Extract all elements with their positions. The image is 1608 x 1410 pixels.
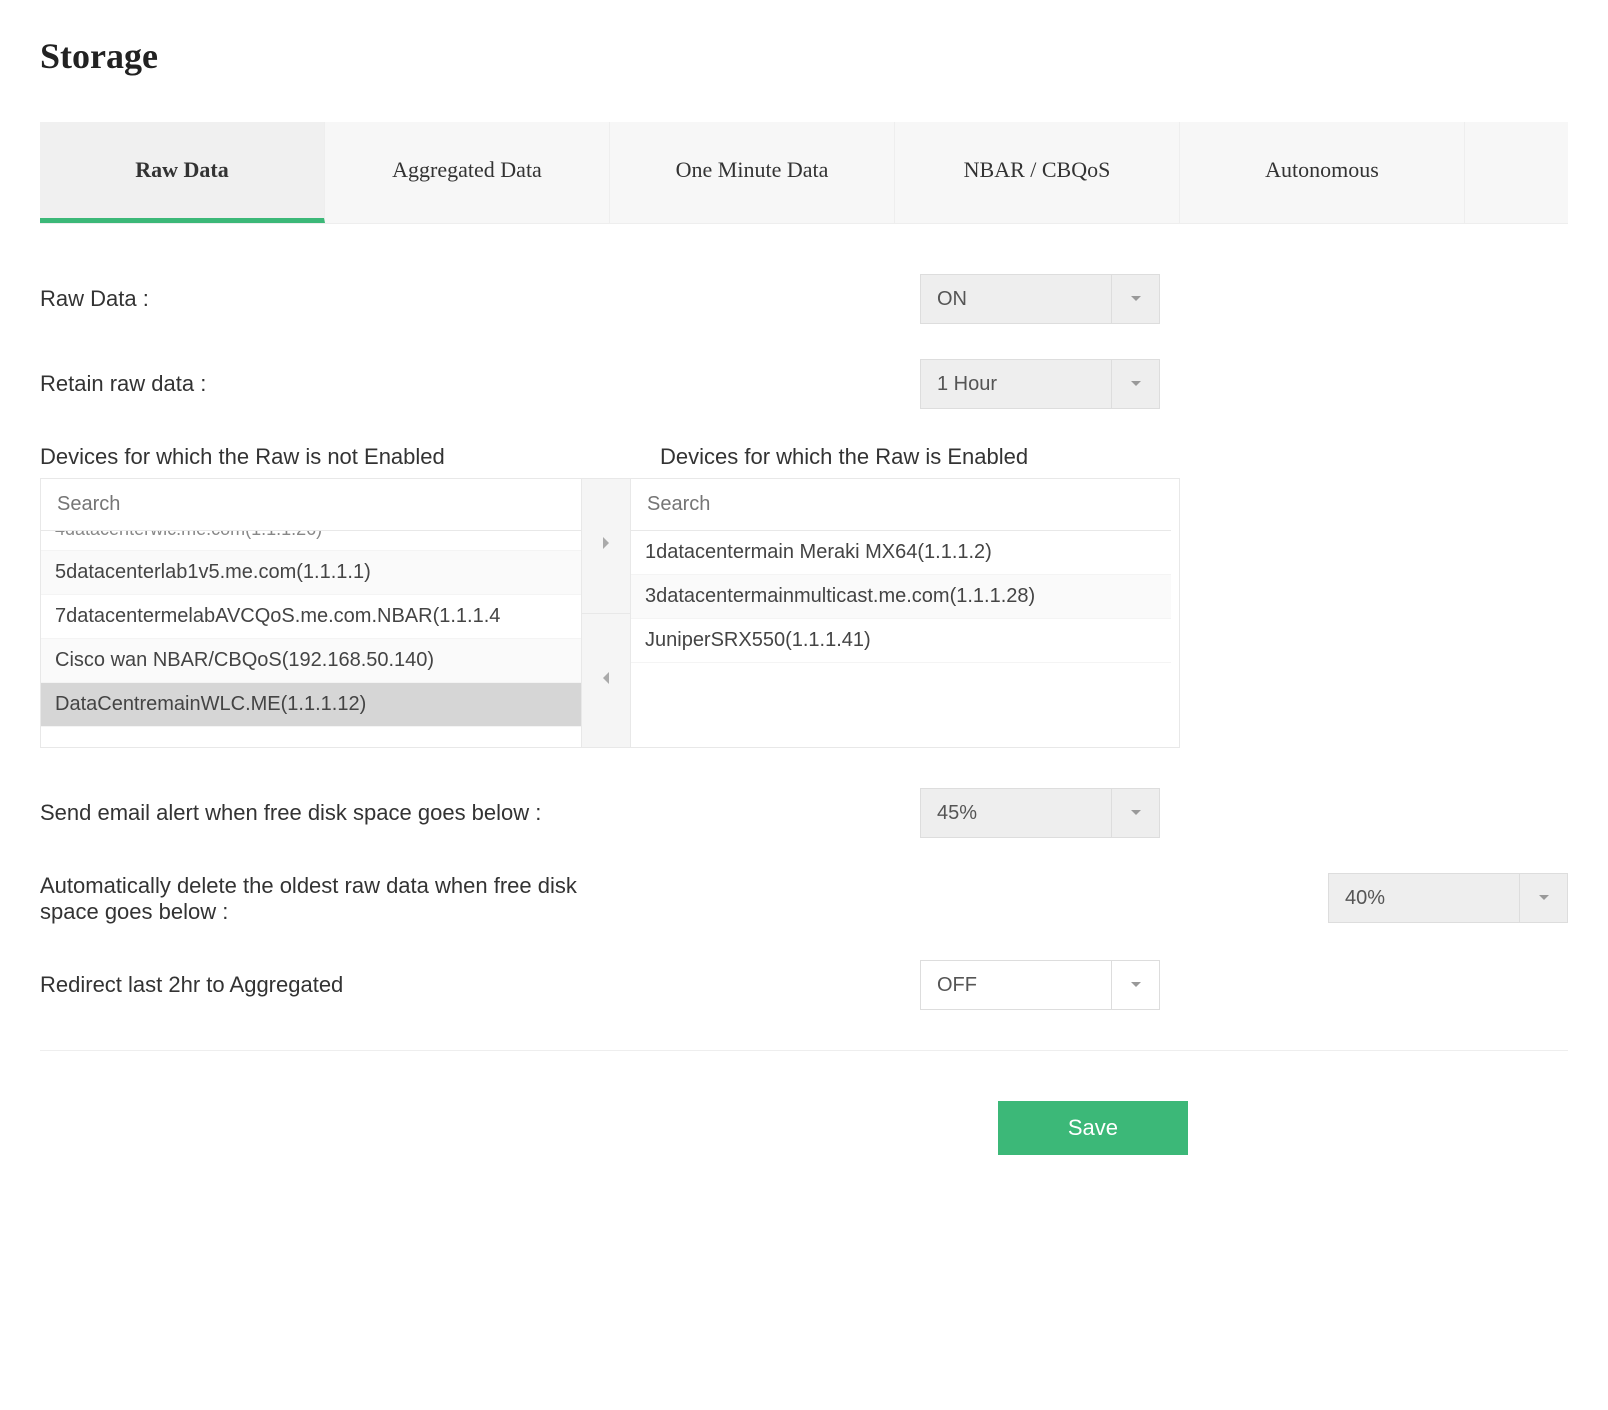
tab-nbar-cbqos[interactable]: NBAR / CBQoS [895, 122, 1180, 223]
auto-delete-select[interactable]: 40% [1328, 873, 1568, 923]
chevron-down-icon [1111, 360, 1159, 408]
save-button[interactable]: Save [998, 1101, 1188, 1155]
auto-delete-value: 40% [1329, 874, 1519, 922]
chevron-down-icon [1111, 961, 1159, 1009]
email-alert-select[interactable]: 45% [920, 788, 1160, 838]
devices-enabled-panel: 1datacentermain Meraki MX64(1.1.1.2) 3da… [631, 479, 1171, 747]
email-alert-value: 45% [921, 789, 1111, 837]
redirect-select[interactable]: OFF [920, 960, 1160, 1010]
chevron-down-icon [1111, 275, 1159, 323]
tab-one-minute-data[interactable]: One Minute Data [610, 122, 895, 223]
chevron-right-icon [601, 536, 611, 555]
raw-data-label: Raw Data : [40, 286, 920, 312]
email-alert-label: Send email alert when free disk space go… [40, 800, 920, 826]
list-item[interactable]: 7datacentermelabAVCQoS.me.com.NBAR(1.1.1… [41, 595, 581, 639]
list-item[interactable]: 5datacenterlab1v5.me.com(1.1.1.1) [41, 551, 581, 595]
list-item[interactable]: 3datacentermainmulticast.me.com(1.1.1.28… [631, 575, 1171, 619]
dual-list: 4datacenterwlc.me.com(1.1.1.26) 5datacen… [40, 478, 1180, 748]
redirect-value: OFF [921, 961, 1111, 1009]
retain-raw-data-label: Retain raw data : [40, 371, 920, 397]
chevron-down-icon [1519, 874, 1567, 922]
list-item[interactable]: Cisco wan NBAR/CBQoS(192.168.50.140) [41, 639, 581, 683]
divider [40, 1050, 1568, 1051]
retain-raw-data-value: 1 Hour [921, 360, 1111, 408]
retain-raw-data-select[interactable]: 1 Hour [920, 359, 1160, 409]
redirect-label: Redirect last 2hr to Aggregated [40, 972, 920, 998]
devices-enabled-header: Devices for which the Raw is Enabled [610, 444, 1568, 470]
tab-aggregated-data[interactable]: Aggregated Data [325, 122, 610, 223]
chevron-down-icon [1111, 789, 1159, 837]
list-item[interactable]: 4datacenterwlc.me.com(1.1.1.26) [41, 531, 581, 551]
search-input-not-enabled[interactable] [41, 479, 581, 531]
move-right-button[interactable] [582, 479, 630, 614]
devices-not-enabled-header: Devices for which the Raw is not Enabled [40, 444, 610, 470]
chevron-left-icon [601, 671, 611, 690]
search-input-enabled[interactable] [631, 479, 1171, 531]
devices-not-enabled-panel: 4datacenterwlc.me.com(1.1.1.26) 5datacen… [41, 479, 581, 747]
list-item[interactable]: DataCentremainWLC.ME(1.1.1.12) [41, 683, 581, 727]
tab-raw-data[interactable]: Raw Data [40, 122, 325, 223]
tabs: Raw Data Aggregated Data One Minute Data… [40, 122, 1568, 224]
list-item[interactable]: 1datacentermain Meraki MX64(1.1.1.2) [631, 531, 1171, 575]
list-item[interactable]: JuniperSRX550(1.1.1.41) [631, 619, 1171, 663]
raw-data-value: ON [921, 275, 1111, 323]
tab-autonomous[interactable]: Autonomous [1180, 122, 1465, 223]
transfer-controls [581, 479, 631, 747]
page-title: Storage [40, 35, 1568, 77]
raw-data-select[interactable]: ON [920, 274, 1160, 324]
auto-delete-label: Automatically delete the oldest raw data… [40, 873, 600, 925]
move-left-button[interactable] [582, 614, 630, 748]
